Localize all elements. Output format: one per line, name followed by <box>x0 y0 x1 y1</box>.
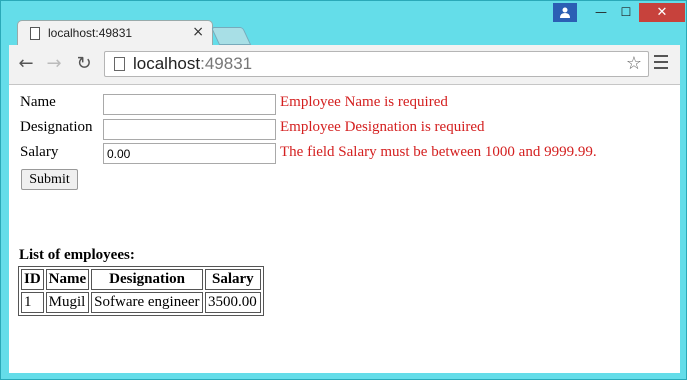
employee-table: ID Name Designation Salary 1 Mugil Sofwa… <box>18 266 264 316</box>
page-content: Name Employee Name is required Designati… <box>9 85 680 373</box>
url-host: localhost <box>133 54 201 73</box>
tab-title: localhost:49831 <box>48 26 133 40</box>
new-tab-button[interactable] <box>210 27 252 45</box>
column-header-id: ID <box>21 269 44 290</box>
table-row: 1 Mugil Sofware engineer 3500.00 <box>21 292 261 313</box>
url-port: :49831 <box>200 54 253 73</box>
designation-error: Employee Designation is required <box>280 119 485 135</box>
column-header-salary: Salary <box>205 269 261 290</box>
close-window-button[interactable]: ✕ <box>639 3 685 22</box>
column-header-name: Name <box>45 269 90 290</box>
minimize-button[interactable]: — <box>588 3 614 22</box>
tab-close-icon[interactable]: × <box>192 24 204 40</box>
name-input[interactable] <box>103 94 276 115</box>
maximize-button[interactable]: ☐ <box>613 3 639 22</box>
user-icon <box>560 7 570 18</box>
cell-name: Mugil <box>45 292 90 313</box>
salary-error: The field Salary must be between 1000 an… <box>280 144 597 160</box>
cell-id: 1 <box>21 292 44 313</box>
user-profile-button[interactable] <box>553 3 577 22</box>
forward-arrow-icon[interactable]: → <box>43 53 65 75</box>
designation-label: Designation <box>20 119 93 135</box>
page-icon <box>114 57 125 71</box>
cell-salary: 3500.00 <box>205 292 261 313</box>
page-icon <box>30 27 40 40</box>
menu-hamburger-icon[interactable] <box>654 55 668 73</box>
browser-tab[interactable]: localhost:49831 × <box>17 20 213 46</box>
address-bar[interactable]: localhost:49831 ☆ <box>104 51 649 77</box>
title-bar: localhost:49831 × — ☐ ✕ <box>1 1 686 46</box>
back-arrow-icon[interactable]: ← <box>15 53 37 75</box>
salary-label: Salary <box>20 144 59 160</box>
column-header-designation: Designation <box>91 269 204 290</box>
table-header-row: ID Name Designation Salary <box>21 269 261 290</box>
submit-button[interactable]: Submit <box>21 169 78 190</box>
salary-input[interactable] <box>103 143 276 164</box>
address-url: localhost:49831 <box>133 54 252 74</box>
reload-icon[interactable]: ↻ <box>73 53 95 75</box>
bookmark-star-icon[interactable]: ☆ <box>626 53 642 74</box>
browser-window: localhost:49831 × — ☐ ✕ ← → ↻ localhost:… <box>0 0 687 380</box>
cell-designation: Sofware engineer <box>91 292 204 313</box>
name-error: Employee Name is required <box>280 94 448 110</box>
employee-list-title: List of employees: <box>19 247 135 263</box>
designation-input[interactable] <box>103 119 276 140</box>
browser-toolbar: ← → ↻ localhost:49831 ☆ <box>9 45 680 85</box>
name-label: Name <box>20 94 56 110</box>
